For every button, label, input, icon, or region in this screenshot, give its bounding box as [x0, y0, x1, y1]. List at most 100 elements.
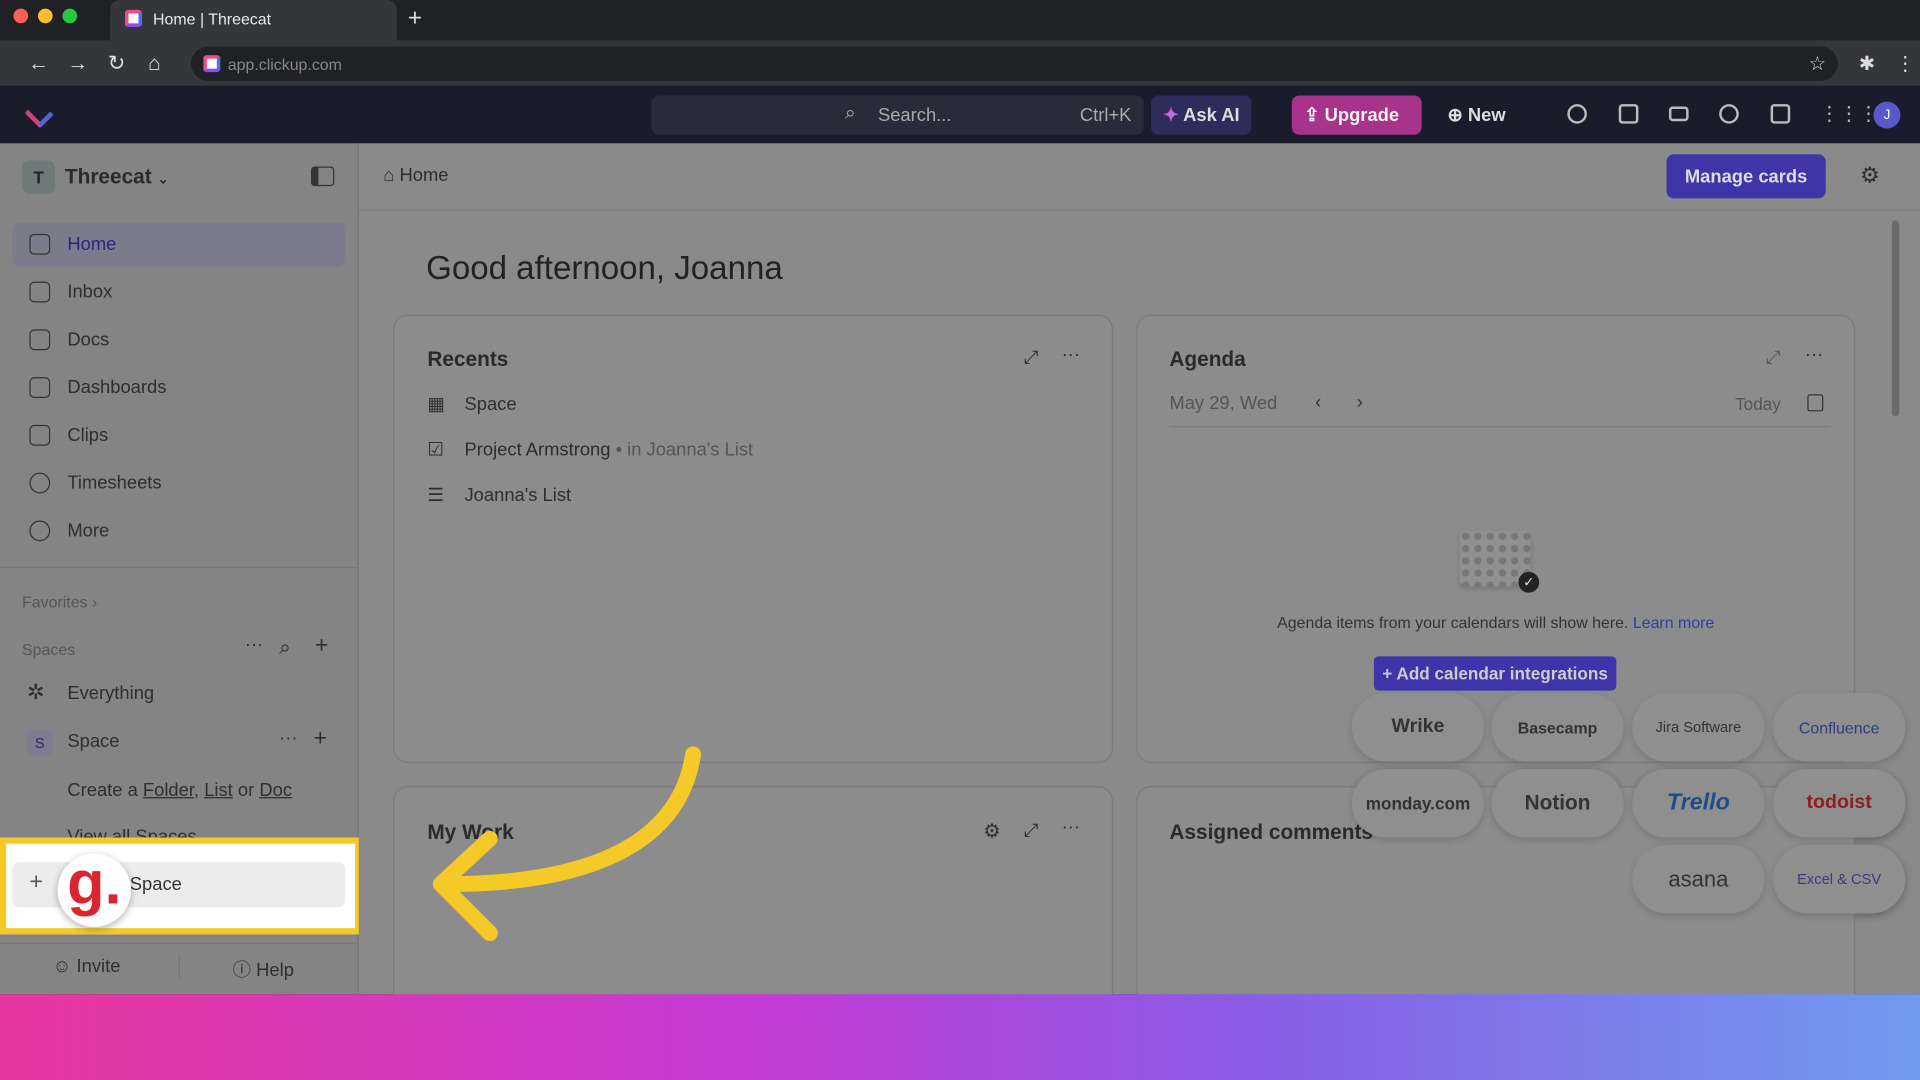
list-icon: ☰	[427, 484, 444, 506]
add-space-icon[interactable]: +	[315, 633, 329, 660]
search-input[interactable]: ⌕ Search... Ctrl+K	[651, 95, 1144, 135]
bookmark-star-icon[interactable]: ☆	[1809, 51, 1827, 75]
card-more-icon[interactable]: ···	[1062, 817, 1080, 838]
spaces-search-icon[interactable]: ⌕	[279, 636, 291, 660]
divider	[1169, 426, 1831, 428]
card-more-icon[interactable]: ···	[1062, 344, 1080, 365]
ask-ai-button[interactable]: ✦ Ask AI	[1151, 95, 1252, 135]
sidebar-item-inbox[interactable]: Inbox	[12, 271, 345, 315]
integration-excel-csv-overlay[interactable]: Excel & CSV	[1773, 844, 1906, 914]
docs-top-icon[interactable]	[1770, 104, 1791, 124]
settings-gear-icon[interactable]: ⚙	[983, 819, 1001, 843]
recent-item[interactable]: ▦ Space	[427, 393, 516, 415]
recent-location: • in Joanna's List	[615, 439, 754, 461]
inbox-icon	[29, 281, 51, 303]
card-more-icon[interactable]: ···	[1805, 344, 1823, 365]
recent-label: Space	[464, 394, 517, 416]
prev-day-icon[interactable]: ‹	[1315, 392, 1321, 413]
sidebar-item-everything[interactable]: ✲ Everything	[12, 672, 345, 716]
close-window-button[interactable]	[13, 8, 29, 24]
plus-circle-icon: ⊕	[1447, 105, 1463, 127]
sidebar-item-label: Docs	[67, 329, 110, 351]
sidebar-item-home[interactable]: Home	[12, 222, 346, 267]
sidebar-item-label: Timesheets	[67, 472, 162, 494]
sidebar-item-space[interactable]: S Space ··· +	[12, 720, 345, 764]
integration-confluence[interactable]: Confluence	[1773, 693, 1906, 762]
integration-monday-overlay[interactable]: monday.com	[1351, 768, 1485, 838]
maximize-window-button[interactable]	[62, 8, 78, 24]
forward-icon[interactable]: →	[67, 51, 88, 75]
plus-icon: +	[29, 869, 43, 896]
user-avatar[interactable]: J	[1873, 101, 1901, 129]
breadcrumb[interactable]: ⌂ Home	[383, 165, 448, 186]
create-or: or	[237, 780, 255, 801]
agenda-date: May 29, Wed	[1169, 393, 1278, 414]
create-list-link[interactable]: List	[204, 780, 233, 801]
browser-menu-icon[interactable]: ⋮	[1896, 51, 1916, 75]
next-day-icon[interactable]: ›	[1357, 392, 1363, 413]
new-tab-button[interactable]: +	[408, 5, 422, 33]
space-avatar: S	[26, 729, 53, 756]
recent-item[interactable]: ☰ Joanna's List	[427, 484, 571, 506]
record-clip-icon[interactable]	[1668, 106, 1689, 122]
expand-icon[interactable]: ⤢	[1024, 820, 1039, 841]
url-bar[interactable]: app.clickup.com	[191, 46, 1838, 81]
sidebar-item-dashboards[interactable]: Dashboards	[12, 366, 345, 410]
collapse-sidebar-icon[interactable]	[311, 166, 335, 187]
extensions-icon[interactable]: ✱	[1859, 51, 1875, 75]
scrollbar[interactable]	[1891, 220, 1900, 417]
integration-wrike[interactable]: Wrike	[1351, 693, 1485, 762]
help-label: Help	[256, 960, 294, 981]
workspace-switcher[interactable]: Threecat ⌄	[65, 165, 169, 189]
integration-jira[interactable]: Jira Software	[1632, 693, 1765, 762]
back-icon[interactable]: ←	[28, 51, 49, 75]
integration-todoist-overlay[interactable]: todoist	[1773, 768, 1906, 838]
notepad-icon[interactable]	[1618, 104, 1639, 124]
space-add-icon[interactable]: +	[313, 726, 327, 753]
sidebar-item-timesheets[interactable]: Timesheets	[12, 462, 345, 506]
user-icon: ☺	[52, 956, 72, 978]
apps-grid-icon[interactable]: ⋮⋮⋮	[1820, 102, 1879, 126]
settings-gear-icon[interactable]: ⚙	[1860, 163, 1880, 189]
sidebar-item-docs[interactable]: Docs	[12, 318, 345, 362]
browser-tab[interactable]: Home | Threecat	[110, 0, 397, 41]
home-icon	[29, 233, 51, 255]
reminder-alarm-icon[interactable]	[1719, 104, 1739, 124]
learn-more-link[interactable]: Learn more	[1633, 613, 1714, 631]
space-more-icon[interactable]: ···	[279, 727, 297, 748]
sidebar-item-label: Inbox	[67, 281, 113, 303]
sidebar-item-clips[interactable]: Clips	[12, 414, 345, 458]
recent-item[interactable]: ☑ Project Armstrong • in Joanna's List	[427, 438, 754, 461]
home-browser-icon[interactable]: ⌂	[148, 51, 161, 75]
integration-notion-overlay[interactable]: Notion	[1491, 768, 1624, 838]
upgrade-button[interactable]: ⇪ Upgrade	[1291, 95, 1422, 135]
home-icon: ⌂	[383, 165, 395, 187]
agenda-empty-message: Agenda items from your calendars will sh…	[1277, 613, 1629, 632]
today-button[interactable]: Today	[1735, 394, 1781, 414]
invite-button[interactable]: ☺ Invite	[53, 956, 121, 977]
search-shortcut: Ctrl+K	[1079, 105, 1132, 127]
spaces-more-icon[interactable]: ···	[245, 634, 263, 655]
favorites-toggle[interactable]: Favorites ›	[22, 593, 97, 611]
sidebar-item-more[interactable]: More	[12, 509, 345, 553]
create-doc-link[interactable]: Doc	[259, 780, 292, 801]
integration-asana-overlay[interactable]: asana	[1632, 844, 1765, 914]
site-favicon-icon	[203, 55, 221, 73]
expand-icon[interactable]: ⤢	[1766, 348, 1781, 369]
calendar-icon[interactable]	[1807, 394, 1824, 412]
agenda-empty-text: Agenda items from your calendars will sh…	[1136, 613, 1855, 631]
new-button[interactable]: ⊕ New	[1435, 96, 1518, 135]
dashboards-icon	[29, 377, 51, 398]
help-button[interactable]: ⓘ Help	[233, 956, 294, 982]
minimize-window-button[interactable]	[37, 8, 53, 24]
integration-basecamp[interactable]: Basecamp	[1491, 693, 1624, 762]
divider	[358, 209, 1920, 211]
sidebar-item-label: Clips	[67, 424, 109, 446]
my-tasks-icon[interactable]	[1567, 104, 1587, 124]
expand-icon[interactable]: ⤢	[1024, 348, 1039, 369]
create-folder-link[interactable]: Folder	[143, 780, 194, 801]
add-calendar-integrations-button[interactable]: + Add calendar integrations	[1373, 656, 1617, 691]
integration-trello-overlay[interactable]: Trello	[1632, 768, 1765, 838]
manage-cards-button[interactable]: Manage cards	[1666, 154, 1826, 199]
reload-icon[interactable]: ↻	[108, 51, 125, 75]
